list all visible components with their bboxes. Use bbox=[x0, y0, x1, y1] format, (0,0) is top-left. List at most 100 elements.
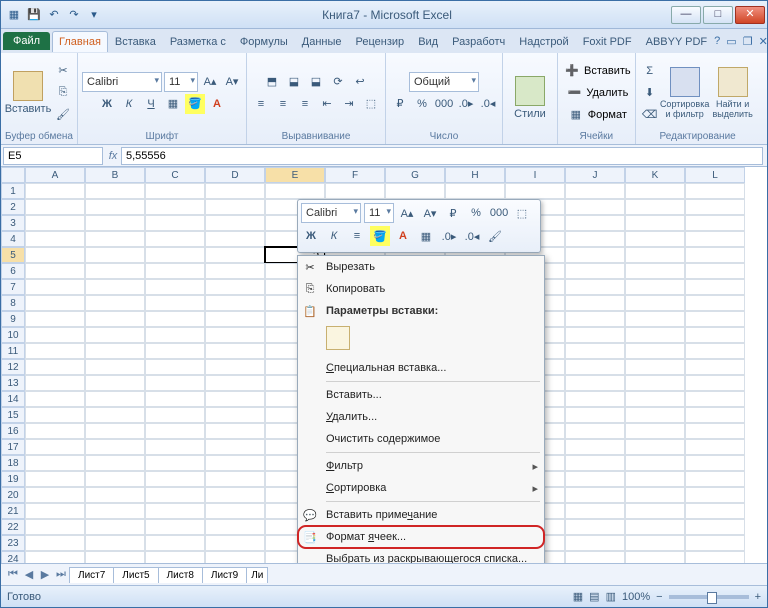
mini-font-combo[interactable]: Calibri bbox=[301, 203, 361, 223]
close-workbook-icon[interactable]: ✕ bbox=[759, 35, 768, 48]
mini-italic-button[interactable]: К bbox=[324, 226, 344, 246]
tab-addins[interactable]: Надстрой bbox=[512, 31, 575, 52]
align-right-icon[interactable]: ≡ bbox=[295, 94, 315, 114]
italic-button[interactable]: К bbox=[119, 94, 139, 114]
ctx-sort[interactable]: Сортировка bbox=[298, 477, 544, 499]
mini-font-color-icon[interactable]: A bbox=[393, 226, 413, 246]
zoom-slider[interactable] bbox=[669, 595, 749, 599]
ctx-insert[interactable]: Вставить... bbox=[298, 384, 544, 406]
row-header[interactable]: 17 bbox=[1, 439, 25, 455]
increase-decimal-icon[interactable]: .0▸ bbox=[456, 94, 476, 114]
align-top-icon[interactable]: ⬒ bbox=[262, 72, 282, 92]
row-header[interactable]: 12 bbox=[1, 359, 25, 375]
col-header[interactable]: G bbox=[385, 167, 445, 183]
row-header[interactable]: 2 bbox=[1, 199, 25, 215]
sheet-nav-first[interactable]: ⏮ bbox=[5, 568, 21, 581]
row-header[interactable]: 13 bbox=[1, 375, 25, 391]
ctx-paste-special[interactable]: Специальная вставка... bbox=[298, 357, 544, 379]
tab-foxit[interactable]: Foxit PDF bbox=[576, 31, 639, 52]
align-middle-icon[interactable]: ⬓ bbox=[284, 72, 304, 92]
font-name-combo[interactable]: Calibri bbox=[82, 72, 162, 92]
align-bottom-icon[interactable]: ⬓ bbox=[306, 72, 326, 92]
format-painter-icon[interactable]: 🖌 bbox=[53, 105, 73, 125]
ctx-insert-comment[interactable]: 💬Вставить примечание bbox=[298, 504, 544, 526]
col-header[interactable]: B bbox=[85, 167, 145, 183]
minimize-ribbon-icon[interactable]: ▭ bbox=[726, 35, 736, 48]
grow-font-icon[interactable]: A▴ bbox=[200, 72, 220, 92]
tab-insert[interactable]: Вставка bbox=[108, 31, 163, 52]
format-cells-button[interactable]: Формат bbox=[588, 109, 627, 121]
currency-icon[interactable]: ₽ bbox=[390, 94, 410, 114]
col-header[interactable]: E bbox=[265, 167, 325, 183]
insert-cells-button[interactable]: Вставить bbox=[584, 65, 631, 77]
bold-button[interactable]: Ж bbox=[97, 94, 117, 114]
align-left-icon[interactable]: ≡ bbox=[251, 94, 271, 114]
save-icon[interactable]: 💾 bbox=[25, 6, 43, 24]
mini-align-center-icon[interactable]: ≡ bbox=[347, 226, 367, 246]
row-header[interactable]: 14 bbox=[1, 391, 25, 407]
maximize-button[interactable]: □ bbox=[703, 6, 733, 24]
row-header[interactable]: 10 bbox=[1, 327, 25, 343]
tab-home[interactable]: Главная bbox=[52, 31, 108, 52]
row-header[interactable]: 19 bbox=[1, 471, 25, 487]
delete-cells-icon[interactable]: ➖ bbox=[564, 83, 584, 103]
mini-shrink-font-icon[interactable]: A▾ bbox=[420, 203, 440, 223]
row-header[interactable]: 11 bbox=[1, 343, 25, 359]
mini-increase-decimal-icon[interactable]: .0▸ bbox=[439, 226, 459, 246]
mini-comma-icon[interactable]: 000 bbox=[489, 203, 509, 223]
cut-icon[interactable]: ✂ bbox=[53, 61, 73, 81]
col-header[interactable]: F bbox=[325, 167, 385, 183]
increase-indent-icon[interactable]: ⇥ bbox=[339, 94, 359, 114]
format-cells-icon[interactable]: ▦ bbox=[566, 105, 586, 125]
underline-button[interactable]: Ч bbox=[141, 94, 161, 114]
fx-icon[interactable]: fx bbox=[105, 150, 121, 162]
sort-filter-button[interactable]: Сортировка и фильтр bbox=[662, 67, 708, 119]
col-header[interactable]: J bbox=[565, 167, 625, 183]
find-select-button[interactable]: Найти и выделить bbox=[710, 67, 756, 119]
percent-icon[interactable]: % bbox=[412, 94, 432, 114]
col-header[interactable]: K bbox=[625, 167, 685, 183]
col-header[interactable]: H bbox=[445, 167, 505, 183]
view-pagebreak-icon[interactable]: ▥ bbox=[606, 590, 616, 603]
tab-view[interactable]: Вид bbox=[411, 31, 445, 52]
col-header[interactable]: D bbox=[205, 167, 265, 183]
comma-icon[interactable]: 000 bbox=[434, 94, 454, 114]
help-icon[interactable]: ? bbox=[714, 35, 720, 48]
mini-bold-button[interactable]: Ж bbox=[301, 226, 321, 246]
ctx-delete[interactable]: Удалить... bbox=[298, 406, 544, 428]
col-header[interactable]: I bbox=[505, 167, 565, 183]
mini-percent-icon[interactable]: % bbox=[466, 203, 486, 223]
row-header[interactable]: 24 bbox=[1, 551, 25, 563]
wrap-text-icon[interactable]: ↩ bbox=[350, 72, 370, 92]
mini-format-painter-icon[interactable]: 🖌 bbox=[485, 226, 505, 246]
decrease-indent-icon[interactable]: ⇤ bbox=[317, 94, 337, 114]
file-tab[interactable]: Файл bbox=[3, 32, 50, 50]
shrink-font-icon[interactable]: A▾ bbox=[222, 72, 242, 92]
row-header[interactable]: 4 bbox=[1, 231, 25, 247]
orientation-icon[interactable]: ⟳ bbox=[328, 72, 348, 92]
row-header[interactable]: 6 bbox=[1, 263, 25, 279]
mini-grow-font-icon[interactable]: A▴ bbox=[397, 203, 417, 223]
name-box[interactable]: E5 bbox=[3, 147, 103, 165]
row-header[interactable]: 16 bbox=[1, 423, 25, 439]
col-header[interactable]: A bbox=[25, 167, 85, 183]
fill-icon[interactable]: ⬇ bbox=[640, 83, 660, 103]
col-header[interactable]: L bbox=[685, 167, 745, 183]
merge-icon[interactable]: ⬚ bbox=[361, 94, 381, 114]
ctx-format-cells[interactable]: 📑Формат ячеек... bbox=[298, 526, 544, 548]
font-color-icon[interactable]: A bbox=[207, 94, 227, 114]
row-header[interactable]: 9 bbox=[1, 311, 25, 327]
view-normal-icon[interactable]: ▦ bbox=[573, 590, 583, 603]
mini-decrease-decimal-icon[interactable]: .0◂ bbox=[462, 226, 482, 246]
sheet-tab[interactable]: Ли bbox=[246, 567, 268, 583]
sheet-tab[interactable]: Лист8 bbox=[158, 567, 203, 583]
tab-layout[interactable]: Разметка с bbox=[163, 31, 233, 52]
sheet-nav-prev[interactable]: ◀ bbox=[21, 568, 37, 581]
clear-icon[interactable]: ⌫ bbox=[640, 105, 660, 125]
row-header[interactable]: 20 bbox=[1, 487, 25, 503]
tab-formulas[interactable]: Формулы bbox=[233, 31, 295, 52]
tab-data[interactable]: Данные bbox=[295, 31, 349, 52]
ctx-clear[interactable]: Очистить содержимое bbox=[298, 428, 544, 450]
row-header[interactable]: 5 bbox=[1, 247, 25, 263]
row-header[interactable]: 22 bbox=[1, 519, 25, 535]
